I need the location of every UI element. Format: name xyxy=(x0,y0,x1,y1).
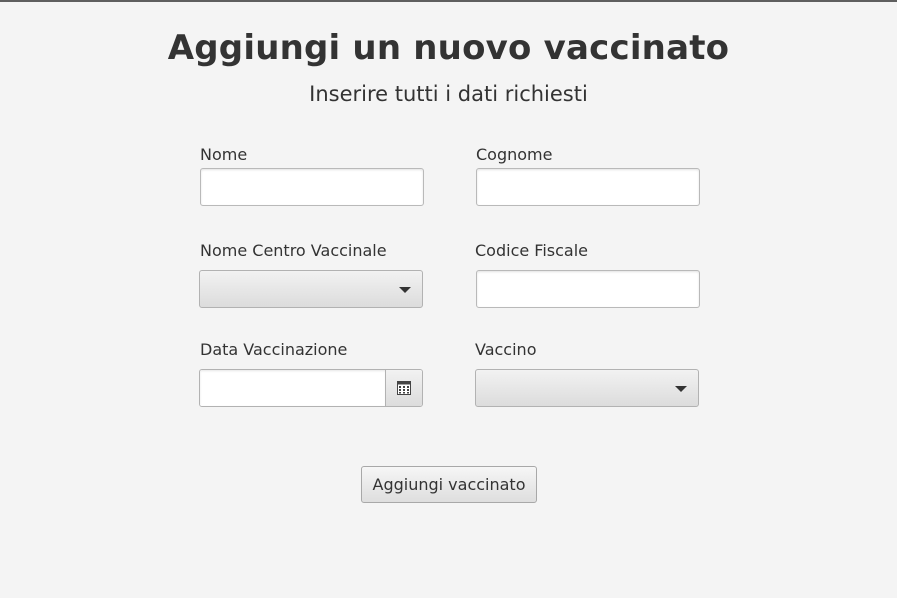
chevron-down-icon xyxy=(675,386,687,392)
chevron-down-icon xyxy=(399,287,411,293)
nome-input[interactable] xyxy=(200,168,424,206)
vaccino-label: Vaccino xyxy=(475,340,537,359)
data-vaccinazione-datepicker xyxy=(199,369,423,407)
data-vaccinazione-input[interactable] xyxy=(200,370,386,406)
calendar-button[interactable] xyxy=(385,370,422,406)
page-subtitle: Inserire tutti i dati richiesti xyxy=(309,82,588,106)
data-vaccinazione-label: Data Vaccinazione xyxy=(200,340,348,359)
calendar-icon xyxy=(397,381,411,395)
codice-fiscale-input[interactable] xyxy=(476,270,700,308)
cognome-label: Cognome xyxy=(476,145,553,164)
vaccino-combobox[interactable] xyxy=(475,369,699,407)
nome-label: Nome xyxy=(200,145,248,164)
centro-vaccinale-label: Nome Centro Vaccinale xyxy=(200,241,387,260)
centro-vaccinale-combobox[interactable] xyxy=(199,270,423,308)
window-top-border xyxy=(0,0,897,2)
page-title: Aggiungi un nuovo vaccinato xyxy=(167,28,730,68)
codice-fiscale-label: Codice Fiscale xyxy=(475,241,588,260)
aggiungi-vaccinato-button[interactable]: Aggiungi vaccinato xyxy=(361,466,537,503)
cognome-input[interactable] xyxy=(476,168,700,206)
